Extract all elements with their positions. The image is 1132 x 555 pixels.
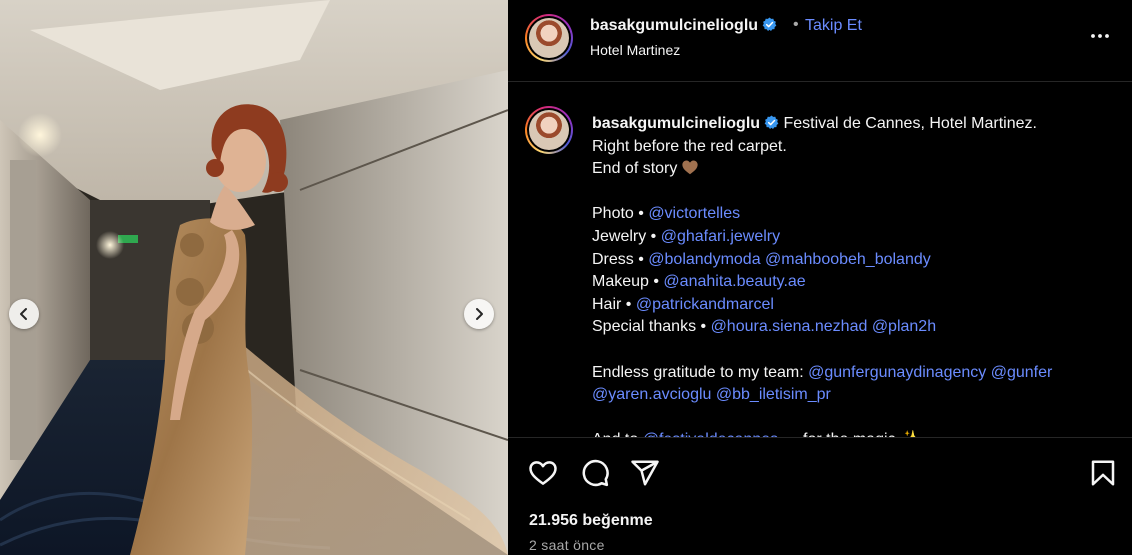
caption-line: Special thanks • @houra.siena.nezhad @pl… (592, 316, 1112, 339)
caption-line: Photo • @victortelles (592, 203, 1112, 226)
caption-username[interactable]: basakgumulcinelioglu (592, 115, 760, 132)
mention-link[interactable]: @gunfergunaydinagency (808, 364, 986, 381)
verified-badge-icon (762, 17, 777, 31)
chevron-left-icon (20, 308, 27, 320)
caption-line: Right before the red carpet. (592, 136, 1112, 159)
caption-segment: Endless gratitude to my team: (592, 363, 809, 381)
caption-line: @yaren.avcioglu @bb_iletisim_pr (592, 384, 1112, 407)
header-separator: • (793, 16, 799, 33)
mention-link[interactable]: @gunfer (991, 364, 1053, 381)
location-link[interactable]: Hotel Martinez (590, 42, 680, 58)
mention-link[interactable]: @ghafari.jewelry (661, 228, 780, 245)
caption-segment: Festival de Cannes, Hotel Martinez. (783, 115, 1037, 132)
verified-badge-icon (764, 115, 779, 129)
mention-link[interactable]: @anahita.beauty.ae (663, 273, 805, 290)
mention-link[interactable]: @plan2h (872, 318, 936, 335)
share-icon[interactable] (630, 458, 660, 488)
previous-image-button[interactable] (9, 299, 39, 329)
post-media (0, 0, 508, 555)
post-timestamp[interactable]: 2 saat önce (529, 537, 605, 553)
comment-icon[interactable] (580, 458, 610, 488)
caption-segment: Makeup • (592, 273, 664, 291)
caption-segment: Photo • (592, 205, 649, 223)
caption-segment: Dress • (592, 250, 649, 268)
next-image-button[interactable] (464, 299, 494, 329)
caption-area: basakgumulcinelioglu Festival de Cannes,… (508, 82, 1132, 437)
mention-link[interactable]: @yaren.avcioglu (592, 386, 711, 403)
caption-line: Jewelry • @ghafari.jewelry (592, 226, 1112, 249)
mention-link[interactable]: @victortelles (648, 205, 740, 222)
caption-line: Endless gratitude to my team: @gunfergun… (592, 362, 1112, 385)
chevron-right-icon (476, 308, 483, 320)
caption-line: Makeup • @anahita.beauty.ae (592, 271, 1112, 294)
caption-line: Dress • @bolandymoda @mahboobeh_bolandy (592, 249, 1112, 272)
mention-link[interactable]: @bb_iletisim_pr (716, 386, 831, 403)
follow-button[interactable]: Takip Et (805, 17, 862, 35)
caption-line: And to @festivaldecannes … for the magic… (592, 429, 1112, 437)
post-actions: 21.956 beğenme 2 saat önce (508, 437, 1132, 555)
caption-line: basakgumulcinelioglu Festival de Cannes,… (592, 113, 1112, 136)
caption-text: basakgumulcinelioglu Festival de Cannes,… (592, 113, 1112, 437)
heart-icon[interactable] (528, 458, 558, 488)
author-username-link[interactable]: basakgumulcinelioglu (590, 17, 777, 35)
mention-link[interactable]: @bolandymoda (648, 251, 760, 268)
caption-segment: Right before the red carpet. (592, 137, 787, 155)
caption-line: End of story (592, 158, 1112, 181)
author-avatar[interactable] (525, 14, 573, 62)
bookmark-icon[interactable] (1088, 458, 1118, 488)
likes-count[interactable]: 21.956 beğenme (529, 512, 653, 530)
caption-segment: Special thanks • (592, 318, 711, 336)
post-panel: basakgumulcinelioglu • Takip Et Hotel Ma… (508, 0, 1132, 555)
caption-segment: Jewelry • (592, 227, 661, 245)
more-options-icon[interactable] (1088, 24, 1112, 48)
mention-link[interactable]: @houra.siena.nezhad (711, 318, 868, 335)
caption-segment: End of story (592, 160, 678, 178)
caption-author-avatar[interactable] (525, 106, 573, 154)
caption-segment: Hair • (592, 295, 636, 313)
brown-heart-emoji (682, 160, 699, 175)
mention-link[interactable]: @patrickandmarcel (636, 296, 774, 313)
post-header: basakgumulcinelioglu • Takip Et Hotel Ma… (508, 0, 1132, 82)
mention-link[interactable]: @mahboobeh_bolandy (765, 251, 931, 268)
author-username[interactable]: basakgumulcinelioglu (590, 17, 758, 34)
post-photo (0, 0, 508, 555)
caption-line: Hair • @patrickandmarcel (592, 294, 1112, 317)
